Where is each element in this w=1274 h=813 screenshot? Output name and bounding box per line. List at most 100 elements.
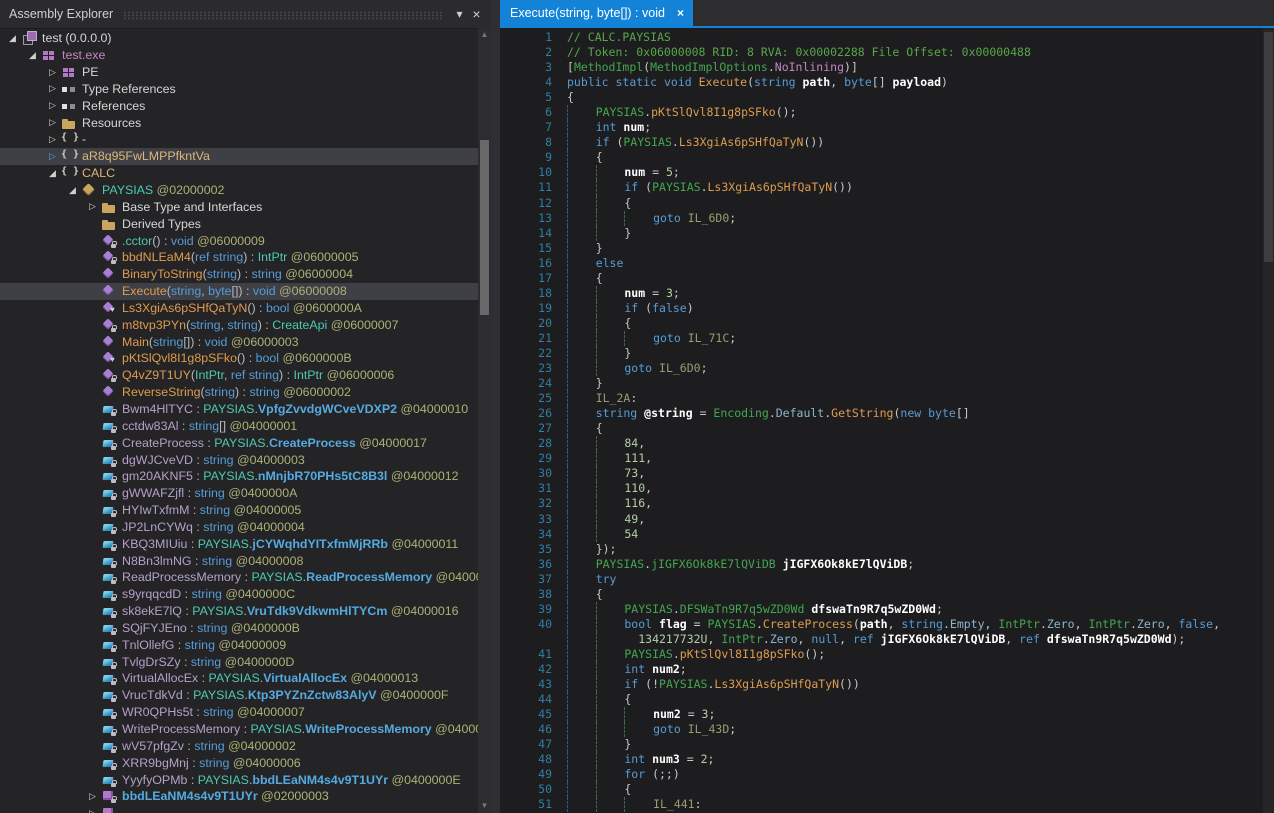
tree-item[interactable]: HYIwTxfmM : string @04000005: [0, 502, 491, 519]
code-line[interactable]: 12 {: [500, 196, 1274, 211]
tree-scrollbar-thumb[interactable]: [480, 140, 489, 315]
tree-item[interactable]: ▷bbdLEaNM4s4v9T1UYr @02000003: [0, 788, 491, 805]
expander-expanded-icon[interactable]: ◢: [24, 47, 41, 63]
tree-item[interactable]: WR0QPHs5t : string @04000007: [0, 704, 491, 721]
tree-item[interactable]: ▷aR8q95FwLMPPfkntVa: [0, 148, 491, 165]
code-line[interactable]: 11 if (PAYSIAS.Ls3XgiAs6pSHfQaTyN()): [500, 180, 1274, 195]
expander-collapsed-icon[interactable]: ▷: [44, 115, 61, 131]
code-line[interactable]: 28 84,: [500, 436, 1274, 451]
tree-item[interactable]: s9yrqqcdD : string @0400000C: [0, 586, 491, 603]
code-line[interactable]: 8 if (PAYSIAS.Ls3XgiAs6pSHfQaTyN()): [500, 135, 1274, 150]
code-line[interactable]: 34 54: [500, 527, 1274, 542]
expander-collapsed-icon[interactable]: ▷: [44, 148, 61, 164]
code-line[interactable]: 51 IL_441:: [500, 797, 1274, 812]
code-line[interactable]: 20 {: [500, 316, 1274, 331]
tree-item[interactable]: Execute(string, byte[]) : void @06000008: [0, 283, 491, 300]
expander-collapsed-icon[interactable]: ▷: [84, 199, 101, 215]
panel-splitter[interactable]: [491, 0, 500, 813]
code-line[interactable]: 48 int num3 = 2;: [500, 752, 1274, 767]
tree-item[interactable]: ◢PAYSIAS @02000002: [0, 182, 491, 199]
code-line[interactable]: 1// CALC.PAYSIAS: [500, 30, 1274, 45]
tree-item[interactable]: ▷PE: [0, 64, 491, 81]
tree-item[interactable]: dgWJCveVD : string @04000003: [0, 451, 491, 468]
code-line[interactable]: 7 int num;: [500, 120, 1274, 135]
code-line[interactable]: 21 goto IL_71C;: [500, 331, 1274, 346]
editor-scrollbar[interactable]: [1263, 28, 1274, 813]
code-line[interactable]: 43 if (!PAYSIAS.Ls3XgiAs6pSHfQaTyN()): [500, 677, 1274, 692]
code-line[interactable]: 13 goto IL_6D0;: [500, 211, 1274, 226]
expander-expanded-icon[interactable]: ◢: [44, 165, 61, 181]
code-line[interactable]: 30 73,: [500, 466, 1274, 481]
code-line[interactable]: 26 string @string = Encoding.Default.Get…: [500, 406, 1274, 421]
tree-item[interactable]: Ls3XgiAs6pSHfQaTyN() : bool @0600000A: [0, 300, 491, 317]
tree-item[interactable]: pKtSlQvl8I1g8pSFko() : bool @0600000B: [0, 350, 491, 367]
tree-item[interactable]: TnlOllefG : string @04000009: [0, 636, 491, 653]
window-position-chevron-icon[interactable]: ▾: [451, 5, 468, 23]
expander-collapsed-icon[interactable]: ▷: [84, 805, 101, 813]
tree-item[interactable]: ◢CALC: [0, 165, 491, 182]
tree-item[interactable]: cctdw83Al : string[] @04000001: [0, 417, 491, 434]
code-line[interactable]: 14 }: [500, 226, 1274, 241]
code-line[interactable]: 24 }: [500, 376, 1274, 391]
code-line[interactable]: 19 if (false): [500, 301, 1274, 316]
tree-item[interactable]: gm20AKNF5 : PAYSIAS.nMnjbR70PHs5tC8B3l @…: [0, 468, 491, 485]
decompiled-code-view[interactable]: 1// CALC.PAYSIAS2// Token: 0x06000008 RI…: [500, 28, 1274, 813]
tree-item[interactable]: ▷Type References: [0, 81, 491, 98]
expander-expanded-icon[interactable]: ◢: [64, 182, 81, 198]
code-line[interactable]: 17 {: [500, 271, 1274, 286]
code-line[interactable]: 2// Token: 0x06000008 RID: 8 RVA: 0x0000…: [500, 45, 1274, 60]
tree-item[interactable]: ◢test (0.0.0.0): [0, 30, 482, 47]
code-line[interactable]: 9 {: [500, 150, 1274, 165]
tree-item[interactable]: JP2LnCYWq : string @04000004: [0, 518, 491, 535]
tree-item[interactable]: VrucTdkVd : PAYSIAS.Ktp3PYZnZctw83AlyV @…: [0, 687, 491, 704]
tab-close-icon[interactable]: ×: [677, 6, 684, 20]
code-line[interactable]: 46 goto IL_43D;: [500, 722, 1274, 737]
code-line[interactable]: 3[MethodImpl(MethodImplOptions.NoInlinin…: [500, 60, 1274, 75]
code-line[interactable]: 10 num = 5;: [500, 165, 1274, 180]
code-line[interactable]: 44 {: [500, 692, 1274, 707]
code-line[interactable]: 39 PAYSIAS.DFSWaTn9R7q5wZD0Wd dfswaTn9R7…: [500, 602, 1274, 617]
tree-item[interactable]: SQjFYJEno : string @0400000B: [0, 620, 491, 637]
scroll-down-icon[interactable]: ▼: [478, 799, 491, 813]
tree-item[interactable]: ▷Resources: [0, 114, 491, 131]
tree-item[interactable]: sk8ekE7lQ : PAYSIAS.VruTdk9VdkwmHlTYCm @…: [0, 603, 491, 620]
code-line[interactable]: 42 int num2;: [500, 662, 1274, 677]
code-line[interactable]: 6 PAYSIAS.pKtSlQvl8I1g8pSFko();: [500, 105, 1274, 120]
code-line[interactable]: 47 }: [500, 737, 1274, 752]
tree-item[interactable]: Main(string[]) : void @06000003: [0, 333, 491, 350]
expander-collapsed-icon[interactable]: ▷: [44, 81, 61, 97]
tree-item[interactable]: ReverseString(string) : string @06000002: [0, 384, 491, 401]
code-line[interactable]: 23 goto IL_6D0;: [500, 361, 1274, 376]
tree-item[interactable]: BinaryToString(string) : string @0600000…: [0, 266, 491, 283]
tree-item[interactable]: Derived Types: [0, 215, 491, 232]
code-line[interactable]: 37 try: [500, 572, 1274, 587]
tree-item[interactable]: ▷-: [0, 131, 491, 148]
expander-collapsed-icon[interactable]: ▷: [44, 98, 61, 114]
code-line[interactable]: 27 {: [500, 421, 1274, 436]
code-line[interactable]: 22 }: [500, 346, 1274, 361]
expander-expanded-icon[interactable]: ◢: [4, 30, 21, 46]
code-line[interactable]: 5{: [500, 90, 1274, 105]
code-line[interactable]: 40 bool flag = PAYSIAS.CreateProcess(pat…: [500, 617, 1274, 632]
tree-item[interactable]: m8tvp3PYn(string, string) : CreateApi @0…: [0, 316, 491, 333]
tree-item[interactable]: gWWAFZjfl : string @0400000A: [0, 485, 491, 502]
code-line[interactable]: 36 PAYSIAS.jIGFX6Ok8kE7lQViDB jIGFX6Ok8k…: [500, 557, 1274, 572]
tree-item[interactable]: wV57pfgZv : string @04000002: [0, 737, 491, 754]
tree-item[interactable]: Q4vZ9T1UY(IntPtr, ref string) : IntPtr @…: [0, 367, 491, 384]
tree-item[interactable]: ▷Base Type and Interfaces: [0, 198, 491, 215]
tree-item[interactable]: ReadProcessMemory : PAYSIAS.ReadProcessM…: [0, 569, 491, 586]
close-panel-icon[interactable]: ×: [468, 5, 485, 23]
tree-item[interactable]: bbdNLEaM4(ref string) : IntPtr @06000005: [0, 249, 491, 266]
tree-item[interactable]: VirtualAllocEx : PAYSIAS.VirtualAllocEx …: [0, 670, 491, 687]
code-line[interactable]: 4public static void Execute(string path,…: [500, 75, 1274, 90]
code-line[interactable]: 38 {: [500, 587, 1274, 602]
code-line[interactable]: 134217732U, IntPtr.Zero, null, ref jIGFX…: [500, 632, 1274, 647]
scroll-up-icon[interactable]: ▲: [478, 28, 491, 42]
code-line[interactable]: 32 116,: [500, 496, 1274, 511]
tree-item[interactable]: XRR9bgMnj : string @04000006: [0, 754, 491, 771]
tree-item[interactable]: CreateProcess : PAYSIAS.CreateProcess @0…: [0, 434, 491, 451]
tree-scrollbar[interactable]: ▲ ▼: [478, 28, 491, 813]
code-line[interactable]: 50 {: [500, 782, 1274, 797]
tree-item[interactable]: ▷References: [0, 97, 491, 114]
code-line[interactable]: 33 49,: [500, 512, 1274, 527]
